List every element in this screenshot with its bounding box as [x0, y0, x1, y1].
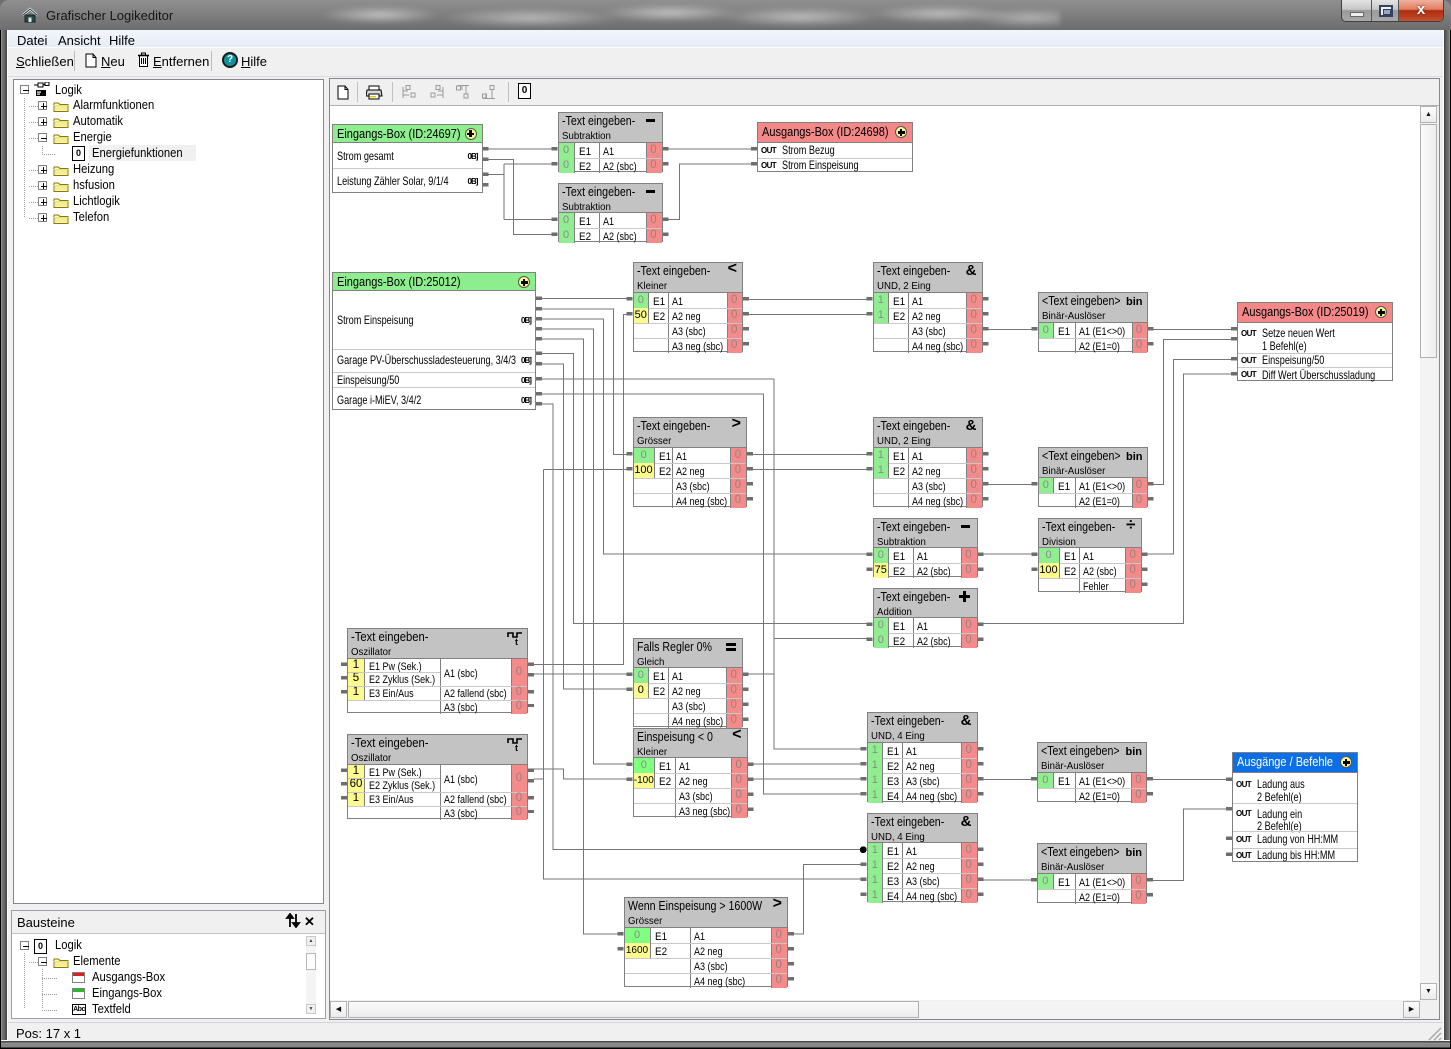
- svg-text:t: t: [515, 637, 518, 646]
- svg-text:t: t: [515, 743, 518, 752]
